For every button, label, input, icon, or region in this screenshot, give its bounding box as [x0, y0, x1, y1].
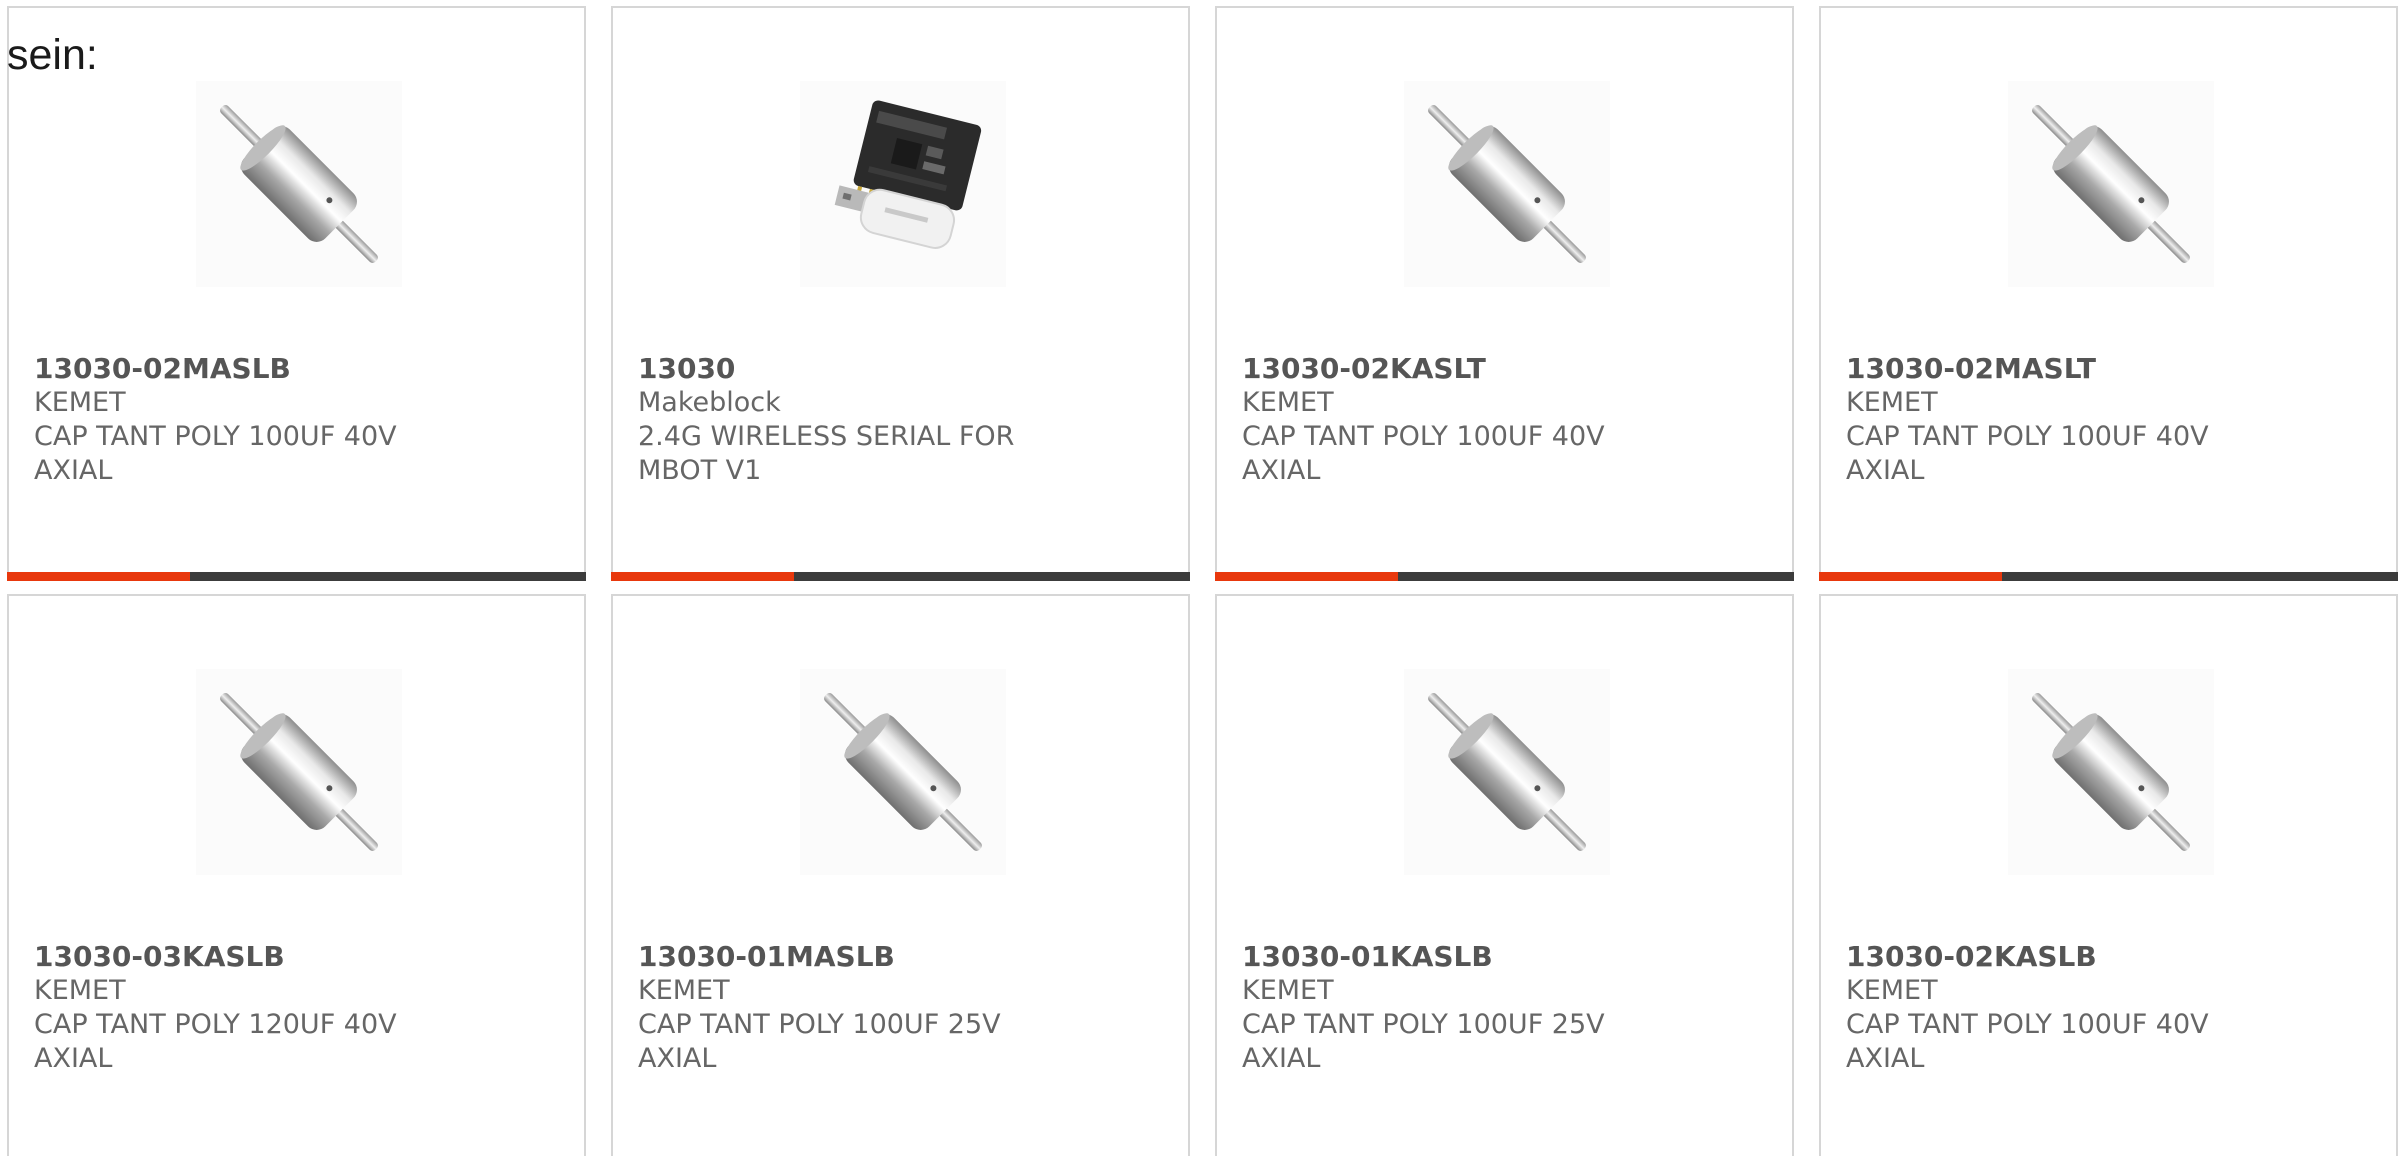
product-card[interactable]: 13030-03KASLB KEMET CAP TANT POLY 120UF … — [7, 594, 586, 1156]
axial-capacitor-image[interactable] — [800, 669, 1006, 875]
card-accent-bar — [1819, 572, 2002, 581]
card-footer-bar — [1819, 572, 2398, 581]
manufacturer: KEMET — [1846, 975, 1938, 1006]
product-card[interactable]: 13030-02KASLB KEMET CAP TANT POLY 100UF … — [1819, 594, 2398, 1156]
axial-capacitor-image[interactable] — [196, 669, 402, 875]
axial-capacitor-image[interactable] — [1404, 81, 1610, 287]
intro-text: sein: — [7, 31, 98, 79]
product-card[interactable]: 13030 Makeblock 2.4G WIRELESS SERIAL FOR… — [611, 6, 1190, 581]
product-description: CAP TANT POLY 120UF 40V AXIAL — [34, 1009, 397, 1074]
part-number[interactable]: 13030 — [638, 352, 735, 386]
manufacturer: KEMET — [34, 975, 126, 1006]
manufacturer: KEMET — [1846, 387, 1938, 418]
product-description: CAP TANT POLY 100UF 40V AXIAL — [34, 421, 397, 486]
manufacturer: KEMET — [34, 387, 126, 418]
product-card[interactable]: 13030-02MASLB KEMET CAP TANT POLY 100UF … — [7, 6, 586, 581]
axial-capacitor-image[interactable] — [2008, 81, 2214, 287]
product-description: CAP TANT POLY 100UF 40V AXIAL — [1242, 421, 1605, 486]
part-number[interactable]: 13030-02MASLT — [1846, 352, 2096, 386]
axial-capacitor-image[interactable] — [2008, 669, 2214, 875]
card-accent-bar — [7, 572, 190, 581]
manufacturer: Makeblock — [638, 387, 781, 418]
product-card[interactable]: 13030-02MASLT KEMET CAP TANT POLY 100UF … — [1819, 6, 2398, 581]
product-grid: 13030-02MASLB KEMET CAP TANT POLY 100UF … — [0, 0, 2400, 1156]
manufacturer: KEMET — [1242, 975, 1334, 1006]
part-number[interactable]: 13030-02KASLB — [1846, 940, 2097, 974]
product-description: 2.4G WIRELESS SERIAL FOR MBOT V1 — [638, 421, 1015, 486]
product-description: CAP TANT POLY 100UF 25V AXIAL — [638, 1009, 1001, 1074]
part-number[interactable]: 13030-02MASLB — [34, 352, 291, 386]
wireless-module-image[interactable] — [800, 81, 1006, 287]
part-number[interactable]: 13030-03KASLB — [34, 940, 285, 974]
card-accent-bar — [1215, 572, 1398, 581]
card-footer-bar — [7, 572, 586, 581]
axial-capacitor-image[interactable] — [196, 81, 402, 287]
product-card[interactable]: 13030-02KASLT KEMET CAP TANT POLY 100UF … — [1215, 6, 1794, 581]
manufacturer: KEMET — [1242, 387, 1334, 418]
card-footer-bar — [1215, 572, 1794, 581]
part-number[interactable]: 13030-02KASLT — [1242, 352, 1486, 386]
card-accent-bar — [611, 572, 794, 581]
product-description: CAP TANT POLY 100UF 40V AXIAL — [1846, 421, 2209, 486]
part-number[interactable]: 13030-01MASLB — [638, 940, 895, 974]
product-card[interactable]: 13030-01MASLB KEMET CAP TANT POLY 100UF … — [611, 594, 1190, 1156]
card-footer-bar — [611, 572, 1190, 581]
product-card[interactable]: 13030-01KASLB KEMET CAP TANT POLY 100UF … — [1215, 594, 1794, 1156]
product-description: CAP TANT POLY 100UF 40V AXIAL — [1846, 1009, 2209, 1074]
axial-capacitor-image[interactable] — [1404, 669, 1610, 875]
manufacturer: KEMET — [638, 975, 730, 1006]
part-number[interactable]: 13030-01KASLB — [1242, 940, 1493, 974]
product-description: CAP TANT POLY 100UF 25V AXIAL — [1242, 1009, 1605, 1074]
